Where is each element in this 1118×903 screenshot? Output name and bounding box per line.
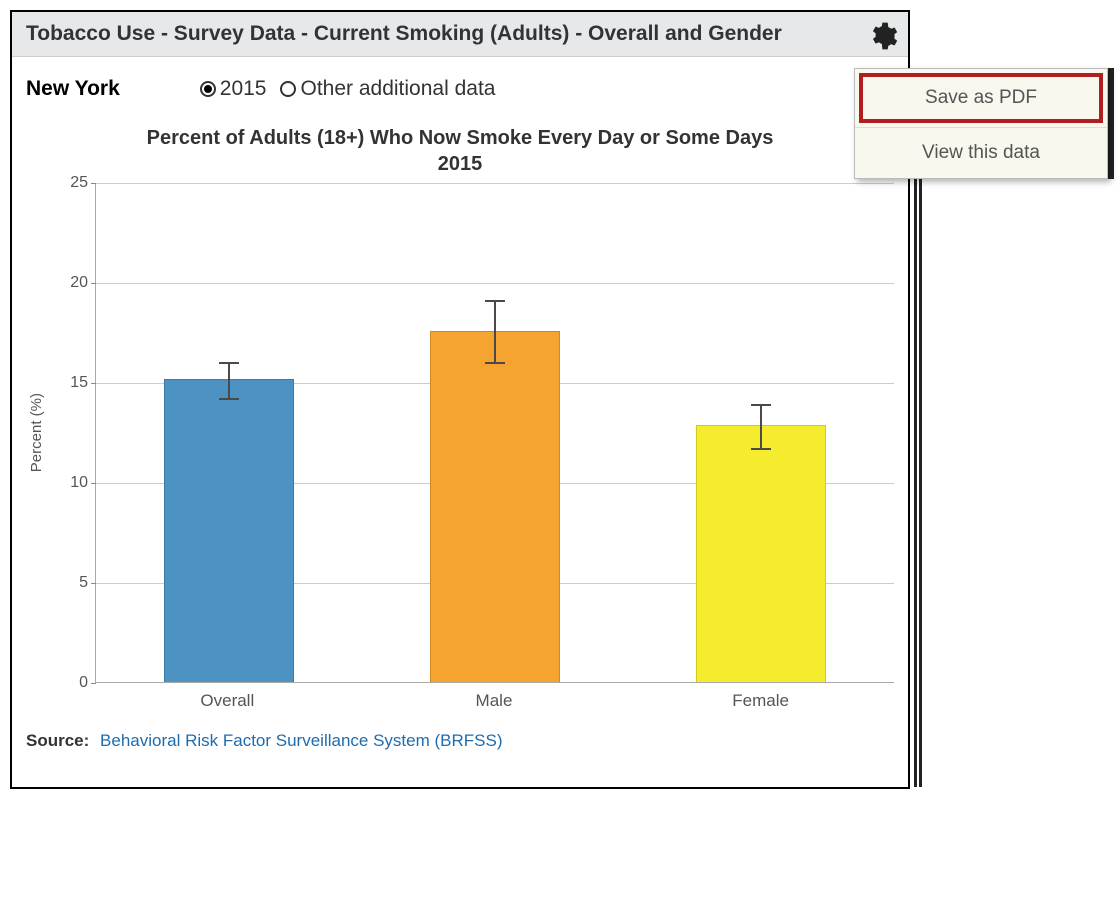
chart-panel: Tobacco Use - Survey Data - Current Smok…	[10, 10, 910, 789]
radio-2015-label: 2015	[220, 77, 267, 101]
plot-region: 0510152025	[95, 183, 894, 683]
gear-icon[interactable]	[866, 20, 898, 52]
panel-title: Tobacco Use - Survey Data - Current Smok…	[26, 22, 782, 45]
source-link[interactable]: Behavioral Risk Factor Surveillance Syst…	[100, 731, 502, 750]
source-row: Source: Behavioral Risk Factor Surveilla…	[12, 719, 908, 787]
controls-row: New York 2015 Other additional data	[12, 57, 908, 113]
radio-group: 2015 Other additional data	[200, 77, 834, 101]
bars-container	[96, 183, 894, 683]
y-tick-label: 5	[48, 574, 88, 592]
radio-circle-icon	[280, 81, 296, 97]
menu-view-data[interactable]: View this data	[855, 127, 1107, 178]
x-tick-label: Overall	[94, 691, 361, 711]
x-axis-labels: OverallMaleFemale	[26, 683, 894, 711]
bar-group	[96, 379, 362, 683]
bar-male	[430, 331, 560, 683]
settings-dropdown: Save as PDF View this data	[854, 68, 1108, 179]
x-tick-label: Male	[361, 691, 628, 711]
chart-title: Percent of Adults (18+) Who Now Smoke Ev…	[26, 125, 894, 177]
radio-2015[interactable]: 2015	[200, 77, 267, 101]
panel-header: Tobacco Use - Survey Data - Current Smok…	[12, 12, 908, 57]
location-label: New York	[26, 77, 120, 101]
y-tick-label: 15	[48, 374, 88, 392]
radio-other-label: Other additional data	[300, 77, 495, 101]
x-labels-inner: OverallMaleFemale	[94, 683, 894, 711]
radio-other[interactable]: Other additional data	[280, 77, 495, 101]
bar-group	[362, 331, 628, 683]
y-axis	[47, 183, 95, 683]
chart-area: Percent of Adults (18+) Who Now Smoke Ev…	[12, 113, 908, 719]
y-tick-label: 0	[48, 674, 88, 692]
x-tick-label: Female	[627, 691, 894, 711]
menu-save-pdf[interactable]: Save as PDF	[859, 73, 1103, 123]
y-axis-label: Percent (%)	[26, 393, 47, 472]
y-tick-label: 25	[48, 174, 88, 192]
y-tick-label: 20	[48, 274, 88, 292]
bar-overall	[164, 379, 294, 683]
plot-wrap: Percent (%) 0510152025	[26, 183, 894, 683]
source-label: Source:	[26, 731, 89, 750]
x-axis-line	[96, 682, 894, 683]
y-tick-label: 10	[48, 474, 88, 492]
bar-female	[696, 425, 826, 683]
radio-dot-icon	[200, 81, 216, 97]
chart-title-line2: 2015	[26, 151, 894, 177]
bar-group	[628, 425, 894, 683]
chart-title-line1: Percent of Adults (18+) Who Now Smoke Ev…	[26, 125, 894, 151]
